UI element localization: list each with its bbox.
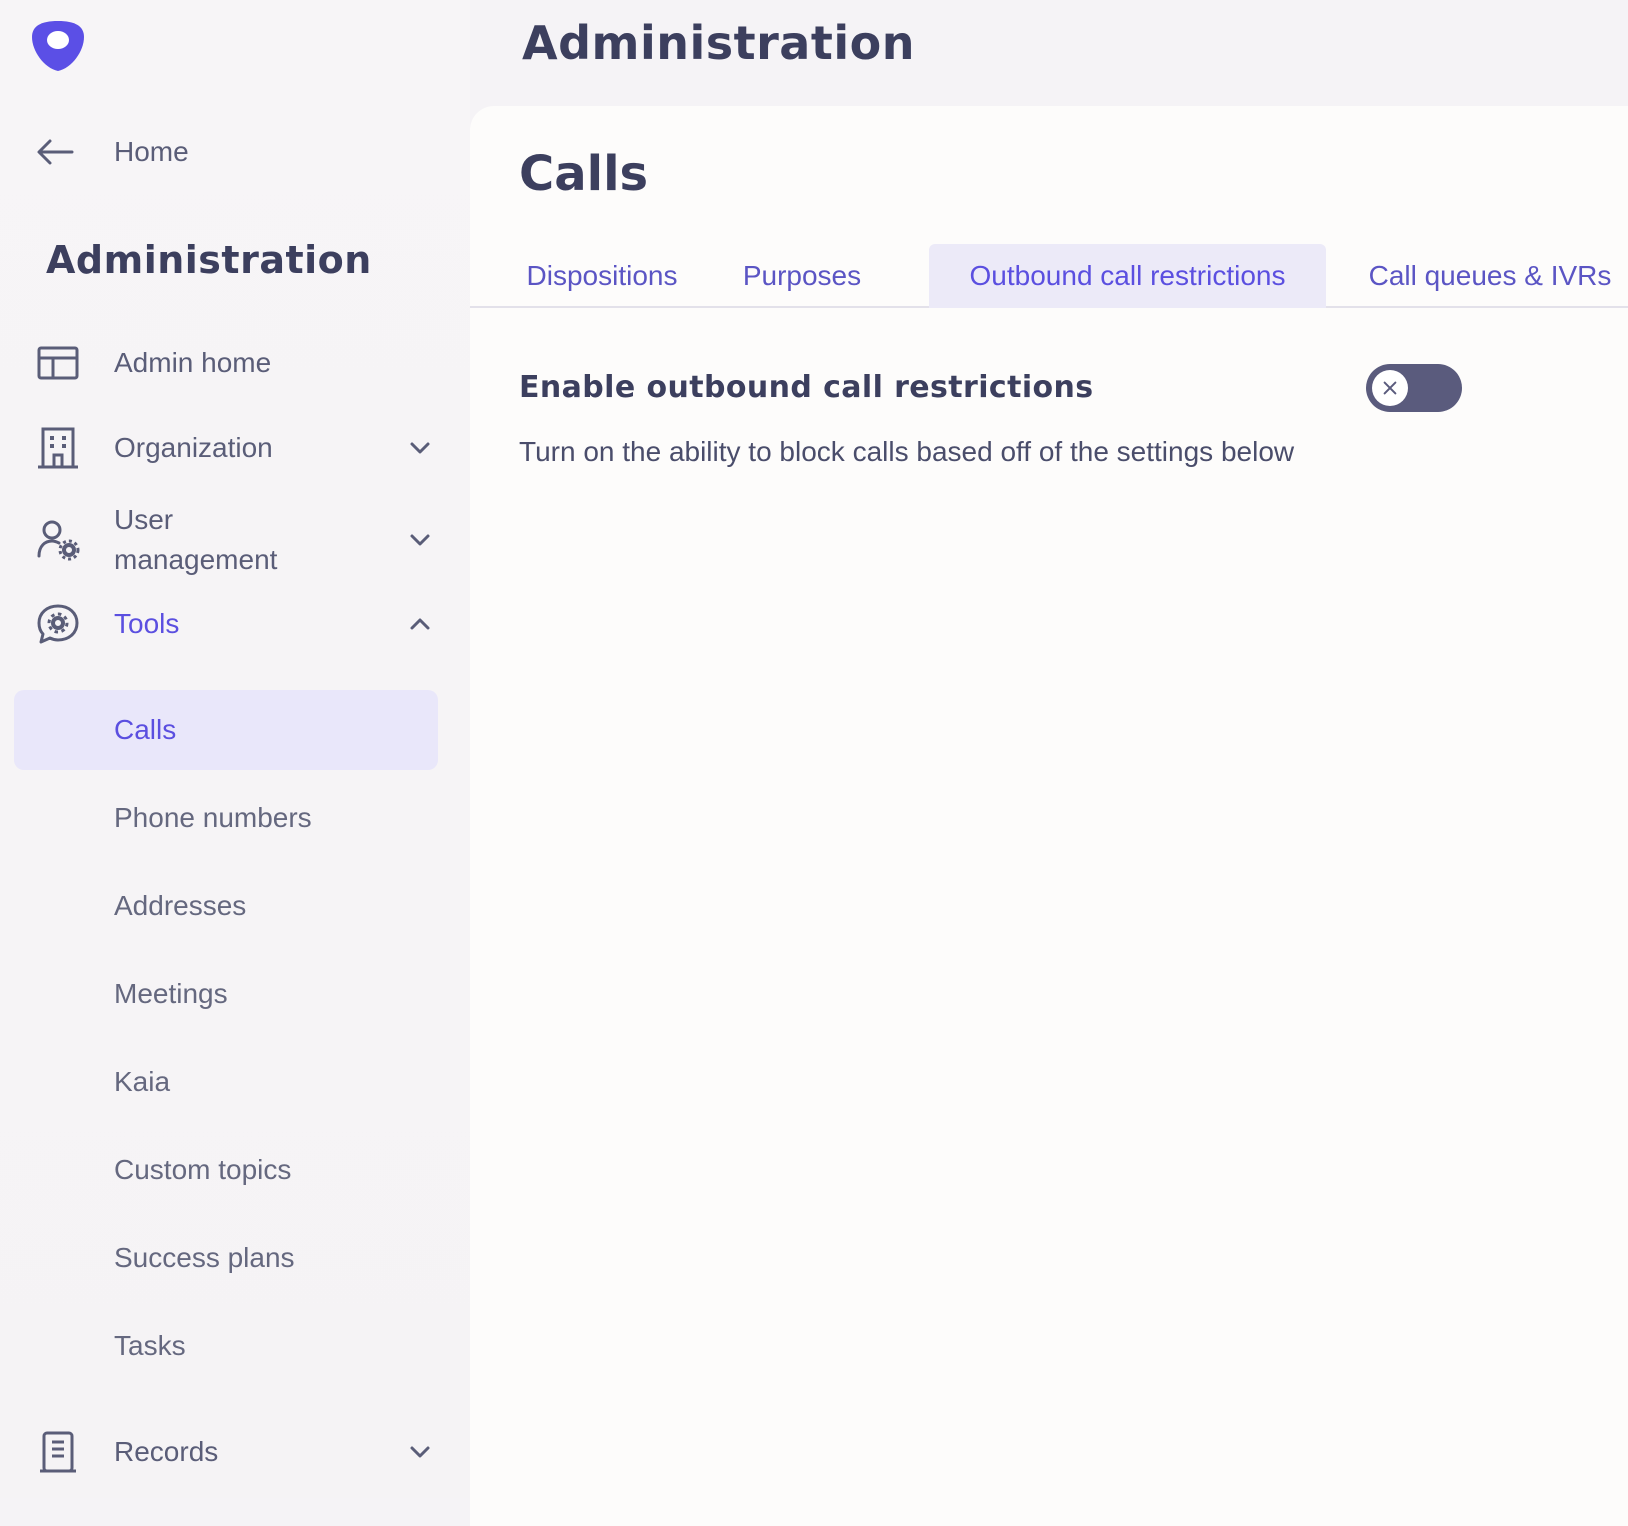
app-logo[interactable] [29, 18, 87, 76]
home-label: Home [114, 136, 189, 167]
sidebar-subitem-label: Custom topics [114, 1154, 292, 1185]
sidebar-item-label: Tools [114, 608, 180, 639]
sidebar-subitem-calls[interactable]: Calls [14, 690, 438, 770]
page-header-title: Administration [522, 16, 915, 70]
sidebar-subitem-label: Success plans [114, 1242, 295, 1273]
page-title: Calls [519, 146, 649, 202]
chevron-down-icon [410, 442, 430, 454]
sidebar-subitem-success-plans[interactable]: Success plans [14, 1218, 438, 1298]
sidebar-subitem-meetings[interactable]: Meetings [14, 954, 438, 1034]
main-panel: Calls Dispositions Purposes Outbound cal… [470, 106, 1628, 1526]
sidebar-section-title: Administration [46, 238, 372, 282]
sidebar-subitem-phone-numbers[interactable]: Phone numbers [14, 778, 438, 858]
logo-icon [32, 21, 84, 71]
home-link[interactable]: Home [36, 128, 189, 176]
sidebar-item-label: Admin home [114, 347, 272, 378]
layout-icon [36, 341, 80, 385]
sidebar-subitem-tasks[interactable]: Tasks [14, 1306, 438, 1386]
arrow-left-icon [37, 139, 74, 165]
sidebar-subitem-label: Addresses [114, 890, 247, 921]
sidebar-subitem-custom-topics[interactable]: Custom topics [14, 1130, 438, 1210]
setting-description: Turn on the ability to block calls based… [519, 436, 1295, 467]
building-icon [36, 426, 80, 470]
sidebar: Home Administration Admin home Organizat… [0, 0, 470, 1498]
chevron-up-icon [410, 618, 430, 630]
close-icon [1383, 381, 1397, 395]
chevron-down-icon [410, 534, 430, 546]
sidebar-item-organization[interactable]: Organization [36, 420, 436, 476]
tab-dispositions[interactable]: Dispositions [500, 244, 704, 308]
tab-outbound-call-restrictions[interactable]: Outbound call restrictions [929, 244, 1326, 308]
sidebar-item-label: Records [114, 1436, 219, 1467]
outbound-restrictions-toggle[interactable] [1366, 364, 1462, 412]
tab-call-queues-ivrs[interactable]: Call queues & IVRs [1350, 244, 1628, 308]
sidebar-item-admin-home[interactable]: Admin home [36, 335, 436, 391]
sidebar-subitem-label: Kaia [114, 1066, 171, 1097]
sidebar-item-records[interactable]: Records [36, 1424, 436, 1480]
tab-purposes[interactable]: Purposes [714, 244, 890, 308]
sidebar-subitem-label: Tasks [114, 1330, 186, 1361]
sidebar-subitem-kaia[interactable]: Kaia [14, 1042, 438, 1122]
sidebar-subitem-label: Phone numbers [114, 802, 312, 833]
setting-title: Enable outbound call restrictions [519, 370, 1094, 405]
sidebar-item-label: Organization [114, 432, 273, 463]
chevron-down-icon [410, 1446, 430, 1458]
sidebar-subitem-label: Meetings [114, 978, 228, 1009]
sidebar-subitem-addresses[interactable]: Addresses [14, 866, 438, 946]
sidebar-item-label: User management [114, 504, 278, 575]
sidebar-subitem-label: Calls [114, 714, 177, 745]
records-icon [36, 1430, 80, 1474]
tab-bar: Dispositions Purposes Outbound call rest… [470, 244, 1628, 308]
sidebar-item-tools[interactable]: Tools [36, 596, 436, 652]
toggle-knob [1372, 370, 1408, 406]
user-gear-icon [36, 518, 80, 562]
chat-gear-icon [36, 602, 80, 646]
sidebar-item-user-management[interactable]: User management [36, 498, 436, 582]
